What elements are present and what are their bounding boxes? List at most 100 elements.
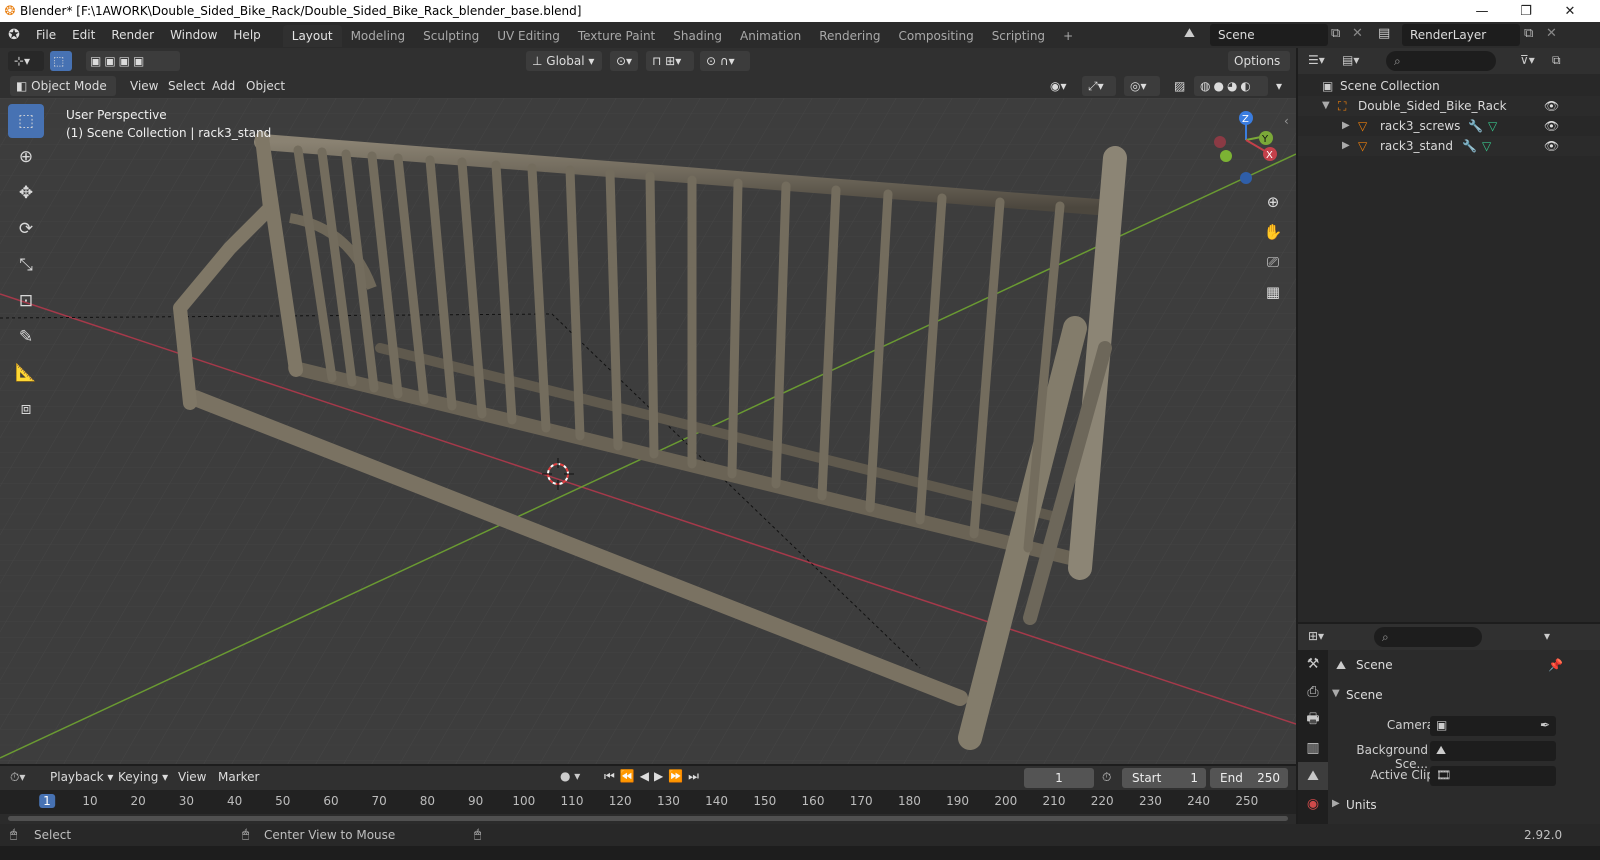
mesh-data-icon[interactable]: ▽ (1482, 136, 1491, 156)
overlays-icon[interactable]: ◎▾ (1124, 76, 1160, 96)
ortho-grid-icon[interactable]: ▦ (1259, 278, 1287, 306)
active-clip-field[interactable]: 🎞 (1430, 766, 1556, 786)
transform-tool-icon[interactable]: ⊡ (8, 284, 44, 318)
camera-view-icon[interactable]: ⎚ (1259, 248, 1287, 276)
new-collection-icon[interactable]: ⧉ (1552, 53, 1561, 68)
pin-icon[interactable]: 📌 (1548, 658, 1563, 672)
menu-object[interactable]: Object (240, 76, 291, 96)
world-tab-icon[interactable]: ◉ (1298, 790, 1328, 818)
panel-expand-icon[interactable]: ▶ (1332, 798, 1340, 809)
new-scene-icon[interactable]: ⧉ (1331, 26, 1340, 41)
playback-controls[interactable]: ⏮⏪◀▶⏩⏭ (604, 769, 704, 784)
cursor-tool-icon[interactable]: ⊕ (8, 140, 44, 174)
display-mode-icon[interactable]: ▤▾ (1342, 53, 1359, 67)
mesh-data-icon[interactable]: ▽ (1488, 116, 1497, 136)
properties-editor-icon[interactable]: ⊞▾ (1308, 629, 1324, 643)
new-view-layer-icon[interactable]: ⧉ (1524, 26, 1533, 41)
scene-tab-icon[interactable]: ⛰ (1298, 762, 1328, 790)
outliner-row-rack3-stand[interactable]: ▶ ▽ rack3_stand 🔧 ▽ 👁 (1298, 136, 1600, 156)
scene-selector[interactable]: Scene (1210, 24, 1328, 46)
units-panel-title[interactable]: Units (1346, 798, 1377, 812)
menu-window[interactable]: Window (162, 22, 225, 48)
shading-mode-icons[interactable]: ◍●◕◐ (1194, 76, 1268, 96)
end-frame-field[interactable]: End 250 (1210, 768, 1288, 788)
visibility-eye-icon[interactable]: 👁 (1544, 96, 1559, 116)
pan-hand-icon[interactable]: ✋ (1259, 218, 1287, 246)
shading-options-icon[interactable]: ▾ (1270, 76, 1288, 96)
properties-options-icon[interactable]: ▾ (1544, 629, 1550, 643)
measure-tool-icon[interactable]: 📐 (8, 356, 44, 390)
tab-layout[interactable]: Layout (282, 25, 342, 47)
minimize-button[interactable]: — (1460, 0, 1504, 22)
options-dropdown[interactable]: Options ▾ (1228, 51, 1290, 88)
outliner-editor-icon[interactable]: ☰▾ (1308, 53, 1325, 67)
zoom-icon[interactable]: ⊕ (1259, 188, 1287, 216)
filter-icon[interactable]: ⊽▾ (1520, 53, 1535, 67)
menu-help[interactable]: Help (225, 22, 268, 48)
tab-sculpting[interactable]: Sculpting (414, 25, 488, 47)
menu-select[interactable]: Select (162, 76, 211, 96)
render-tab-icon[interactable]: ⎙ (1298, 678, 1328, 706)
timeline-view-menu[interactable]: View (178, 770, 206, 784)
timeline-scrollbar[interactable] (8, 816, 1288, 821)
modifier-wrench-icon[interactable]: 🔧 (1462, 136, 1477, 156)
tab-modeling[interactable]: Modeling (342, 25, 415, 47)
background-scene-field[interactable]: ⛰ (1430, 741, 1556, 761)
tab-rendering[interactable]: Rendering (810, 25, 889, 47)
outliner-row-collection[interactable]: ▼ ⛶ Double_Sided_Bike_Rack 👁 (1298, 96, 1600, 116)
eyedropper-icon[interactable]: ✒ (1540, 718, 1550, 732)
restore-button[interactable]: ❐ (1504, 0, 1548, 22)
annotate-tool-icon[interactable]: ✎ (8, 320, 44, 354)
auto-keying-icon[interactable]: ● ▾ (560, 769, 580, 783)
proportional-editing-icon[interactable]: ⊙ ∩▾ (700, 51, 750, 71)
expand-arrow-icon[interactable]: ▶ (1342, 116, 1350, 136)
tab-texture-paint[interactable]: Texture Paint (569, 25, 664, 47)
select-box-tool-icon[interactable]: ⬚ (8, 104, 44, 138)
visibility-icon[interactable]: ◉▾ (1044, 76, 1076, 96)
editor-type-icon[interactable]: ⊹▾ (8, 51, 44, 71)
marker-menu[interactable]: Marker (218, 770, 259, 784)
timeline-editor-icon[interactable]: ⏱▾ (10, 770, 25, 785)
close-button[interactable]: ✕ (1548, 0, 1592, 22)
render-layer-selector[interactable]: RenderLayer (1402, 24, 1520, 46)
panel-collapse-icon[interactable]: ▼ (1332, 688, 1340, 699)
add-cube-tool-icon[interactable]: ⧈ (8, 392, 44, 426)
select-mode-icons[interactable]: ▣▣▣▣ (86, 51, 180, 71)
delete-scene-icon[interactable]: ✕ (1352, 26, 1363, 41)
pivot-point-icon[interactable]: ⊙▾ (610, 51, 638, 71)
modifier-wrench-icon[interactable]: 🔧 (1468, 116, 1483, 136)
3d-viewport[interactable]: Z Y X User Perspective (1) Scene Collect… (0, 98, 1296, 764)
delete-view-layer-icon[interactable]: ✕ (1546, 26, 1557, 41)
tab-uv-editing[interactable]: UV Editing (488, 25, 569, 47)
menu-file[interactable]: File (28, 22, 64, 48)
scene-icon[interactable]: ⛰ (1184, 26, 1195, 41)
keying-menu[interactable]: Keying ▾ (118, 770, 168, 784)
gizmo-toggle-icon[interactable]: ⤢▾ (1082, 76, 1116, 96)
outliner-row-rack3-screws[interactable]: ▶ ▽ rack3_screws 🔧 ▽ 👁 (1298, 116, 1600, 136)
scene-panel-title[interactable]: Scene (1346, 688, 1383, 702)
transform-orientation-dropdown[interactable]: ⊥ Global ▾ (526, 51, 602, 71)
playback-menu[interactable]: Playback ▾ (50, 770, 113, 784)
output-tab-icon[interactable]: 🖶 (1298, 706, 1328, 734)
tab-animation[interactable]: Animation (731, 25, 810, 47)
timeline-current-frame-marker[interactable]: 1 (39, 794, 55, 808)
start-frame-field[interactable]: Start 1 (1122, 768, 1206, 788)
rotate-tool-icon[interactable]: ⟳ (8, 212, 44, 246)
menu-view[interactable]: View (124, 76, 164, 96)
properties-search-input[interactable]: ⌕ (1374, 627, 1482, 647)
stopwatch-icon[interactable]: ⏱ (1102, 770, 1111, 785)
menu-edit[interactable]: Edit (64, 22, 103, 48)
select-tool-icon[interactable]: ⬚ (50, 51, 72, 71)
outliner-search-input[interactable]: ⌕ (1386, 51, 1496, 71)
tab-compositing[interactable]: Compositing (889, 25, 982, 47)
tool-tab-icon[interactable]: ⚒ (1298, 650, 1328, 678)
move-tool-icon[interactable]: ✥ (8, 176, 44, 210)
collapse-arrow-icon[interactable]: ▼ (1322, 96, 1330, 116)
blender-menu-icon[interactable]: ✪ (0, 27, 28, 43)
timeline-ruler[interactable]: 1 10 20 30 40 50 60 70 80 90 100 110 120 130 140 150 160… (0, 790, 1296, 814)
sidebar-toggle-icon[interactable]: ‹ (1284, 114, 1289, 128)
menu-add[interactable]: Add (206, 76, 241, 96)
outliner-row-scene-collection[interactable]: ▣ Scene Collection (1298, 76, 1600, 96)
add-workspace-button[interactable]: + (1054, 25, 1082, 47)
mode-dropdown[interactable]: ◧ Object Mode ▾ (10, 76, 116, 113)
